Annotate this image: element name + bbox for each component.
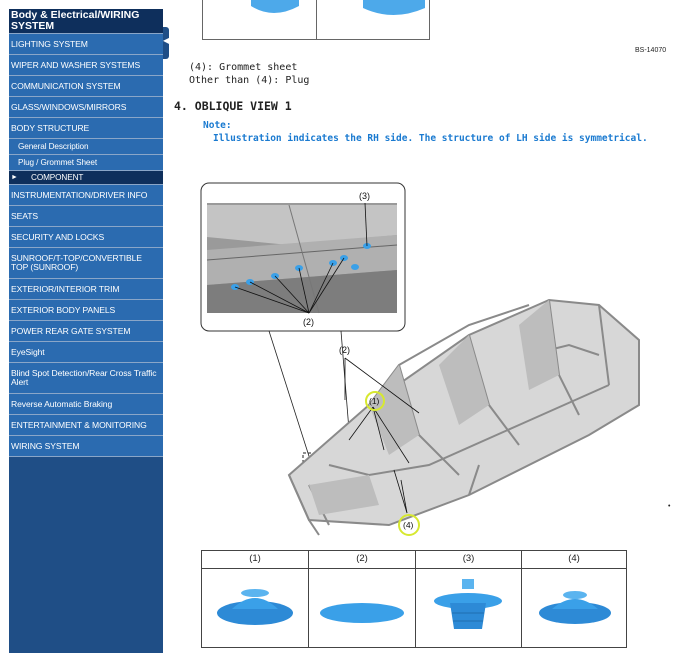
callout-2-inset: (2) [303, 317, 314, 327]
sidebar-item-exterior-body-panels[interactable]: EXTERIOR BODY PANELS [9, 300, 163, 321]
figure-code: BS-14070 [635, 47, 667, 54]
sidebar-header: Body & Electrical/WIRING SYSTEM [9, 9, 163, 34]
sidebar-item-label: WIRING SYSTEM [11, 440, 80, 451]
sidebar-item-label: SUNROOF/T-TOP/CONVERTIBLE TOP (SUNROOF) [11, 253, 142, 272]
plug-image-3 [434, 579, 502, 629]
sidebar-item-label: INSTRUMENTATION/DRIVER INFO [11, 189, 148, 200]
sidebar-item-label: BODY STRUCTURE [11, 122, 90, 133]
parts-col-label: (3) [462, 553, 475, 564]
legend-line-2: Other than (4): Plug [189, 75, 310, 86]
sidebar-item-sunroof[interactable]: SUNROOF/T-TOP/CONVERTIBLE TOP (SUNROOF) [9, 248, 163, 279]
plug-image-1 [217, 589, 293, 625]
note-text: Illustration indicates the RH side. The … [213, 133, 648, 144]
sidebar-item-label: WIPER AND WASHER SYSTEMS [11, 59, 141, 70]
sidebar-item-label: EXTERIOR BODY PANELS [11, 304, 116, 315]
parts-col-label: (1) [249, 553, 261, 564]
legend-line-1: (4): Grommet sheet [189, 62, 298, 73]
callout-4: (4) [403, 520, 414, 530]
triangle-right-icon: ► [11, 174, 18, 181]
sidebar-item-blind-spot[interactable]: Blind Spot Detection/Rear Cross Traffic … [9, 363, 163, 394]
sidebar-item-label: POWER REAR GATE SYSTEM [11, 325, 131, 336]
sidebar-item-label: LIGHTING SYSTEM [11, 38, 88, 49]
previous-parts-table [202, 0, 430, 40]
sidebar-item-power-rear-gate[interactable]: POWER REAR GATE SYSTEM [9, 321, 163, 342]
sidebar-item-body-structure[interactable]: BODY STRUCTURE [9, 118, 163, 139]
callout-3: (3) [359, 191, 370, 201]
sidebar-item-label: ENTERTAINMENT & MONITORING [11, 419, 147, 430]
body-frame-illustration: (3) (2) (2) (1) (4) [200, 182, 640, 536]
sidebar-subitem-general-description[interactable]: General Description [9, 139, 163, 155]
sidebar-item-security[interactable]: SECURITY AND LOCKS [9, 227, 163, 248]
parts-col-label: (4) [568, 553, 580, 564]
sidebar-item-label: GLASS/WINDOWS/MIRRORS [11, 101, 127, 112]
part-image [251, 0, 299, 13]
sidebar-subitem-plug-grommet[interactable]: Plug / Grommet Sheet [9, 155, 163, 171]
callout-2-main: (2) [339, 345, 350, 355]
sidebar-item-label: EyeSight [11, 346, 45, 357]
parts-table: (1) (2) (3) (4) [201, 550, 627, 648]
sidebar-item-wiring-system[interactable]: WIRING SYSTEM [9, 436, 163, 457]
sidebar-item-label: Blind Spot Detection/Rear Cross Traffic … [11, 368, 157, 387]
sidebar-subitem-component[interactable]: ► COMPONENT [9, 171, 163, 185]
sidebar-item-label: EXTERIOR/INTERIOR TRIM [11, 283, 120, 294]
parts-col-label: (2) [356, 553, 368, 564]
sidebar-item-label: SECURITY AND LOCKS [11, 231, 105, 242]
sidebar-nav: Body & Electrical/WIRING SYSTEM LIGHTING… [9, 9, 163, 653]
note-label: Note: [203, 120, 232, 131]
sidebar-item-exterior-interior-trim[interactable]: EXTERIOR/INTERIOR TRIM [9, 279, 163, 300]
sidebar-item-label: General Description [18, 142, 89, 151]
sidebar-item-label: Plug / Grommet Sheet [18, 158, 97, 167]
sidebar-item-label: COMMUNICATION SYSTEM [11, 80, 121, 91]
grommet-sheet-image [320, 603, 404, 623]
part-image [363, 0, 425, 15]
sidebar-item-label: Reverse Automatic Braking [11, 398, 113, 409]
previous-parts-images [251, 0, 425, 15]
sidebar-item-lighting[interactable]: LIGHTING SYSTEM [9, 34, 163, 55]
callout-1: (1) [369, 396, 380, 406]
sidebar-item-communication[interactable]: COMMUNICATION SYSTEM [9, 76, 163, 97]
sidebar-item-seats[interactable]: SEATS [9, 206, 163, 227]
sidebar-item-eyesight[interactable]: EyeSight [9, 342, 163, 363]
sidebar-item-label: SEATS [11, 210, 39, 221]
sidebar-item-entertainment[interactable]: ENTERTAINMENT & MONITORING [9, 415, 163, 436]
parts-images [217, 579, 611, 629]
plug-image-4 [539, 591, 611, 624]
sidebar-item-instrumentation[interactable]: INSTRUMENTATION/DRIVER INFO [9, 185, 163, 206]
sidebar-item-label: COMPONENT [31, 173, 84, 182]
content-area: BS-14070 • (4): Grommet sheet Other than… [169, 0, 684, 662]
sidebar-item-glass[interactable]: GLASS/WINDOWS/MIRRORS [9, 97, 163, 118]
sidebar-item-reverse-braking[interactable]: Reverse Automatic Braking [9, 394, 163, 415]
sidebar-item-wiper[interactable]: WIPER AND WASHER SYSTEMS [9, 55, 163, 76]
section-title: 4. OBLIQUE VIEW 1 [174, 99, 292, 113]
